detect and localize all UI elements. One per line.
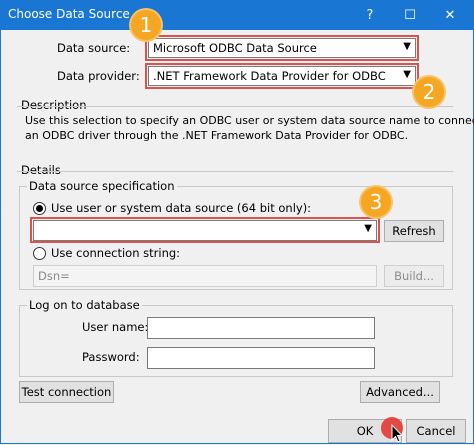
- cancel-button[interactable]: Cancel: [406, 419, 466, 443]
- data-source-spec-title: Data source specification: [27, 179, 177, 193]
- data-source-label: Data source:: [57, 41, 131, 55]
- use-connection-string-radio[interactable]: [33, 247, 46, 260]
- window-title: Choose Data Source: [8, 7, 130, 21]
- description-line-1: Use this selection to specify an ODBC us…: [25, 114, 474, 127]
- mouse-cursor-icon: [391, 424, 403, 443]
- build-button[interactable]: Build...: [384, 265, 444, 287]
- details-title: Details: [21, 163, 61, 177]
- user-name-label: User name:: [82, 320, 149, 334]
- use-dsn-radio[interactable]: [33, 202, 46, 215]
- connection-string-value: Dsn=: [38, 269, 70, 283]
- highlight-box-3: [30, 217, 380, 243]
- callout-badge-3: 3: [361, 187, 391, 217]
- user-name-input[interactable]: [147, 317, 375, 339]
- callout-badge-1: 1: [131, 10, 161, 40]
- test-connection-button[interactable]: Test connection: [19, 381, 114, 403]
- description-line-2: an ODBC driver through the .NET Framewor…: [25, 129, 409, 142]
- advanced-button[interactable]: Advanced...: [360, 381, 440, 403]
- use-dsn-label[interactable]: Use user or system data source (64 bit o…: [51, 201, 311, 215]
- details-divider: [17, 171, 453, 172]
- refresh-button[interactable]: Refresh: [384, 220, 444, 242]
- maximize-button[interactable]: ☐: [392, 0, 428, 30]
- password-label: Password:: [82, 350, 140, 364]
- help-button[interactable]: ?: [352, 0, 388, 30]
- logon-title: Log on to database: [27, 298, 142, 312]
- password-input[interactable]: [147, 347, 375, 369]
- connection-string-input[interactable]: Dsn=: [33, 265, 377, 287]
- use-connection-string-label[interactable]: Use connection string:: [51, 246, 180, 260]
- highlight-box-1: [145, 35, 419, 61]
- callout-badge-2: 2: [414, 77, 444, 107]
- highlight-box-2: [145, 63, 419, 89]
- data-provider-label: Data provider:: [57, 69, 140, 83]
- title-bar: Choose Data Source ? ☐ ✕: [0, 0, 474, 30]
- close-button[interactable]: ✕: [432, 0, 468, 30]
